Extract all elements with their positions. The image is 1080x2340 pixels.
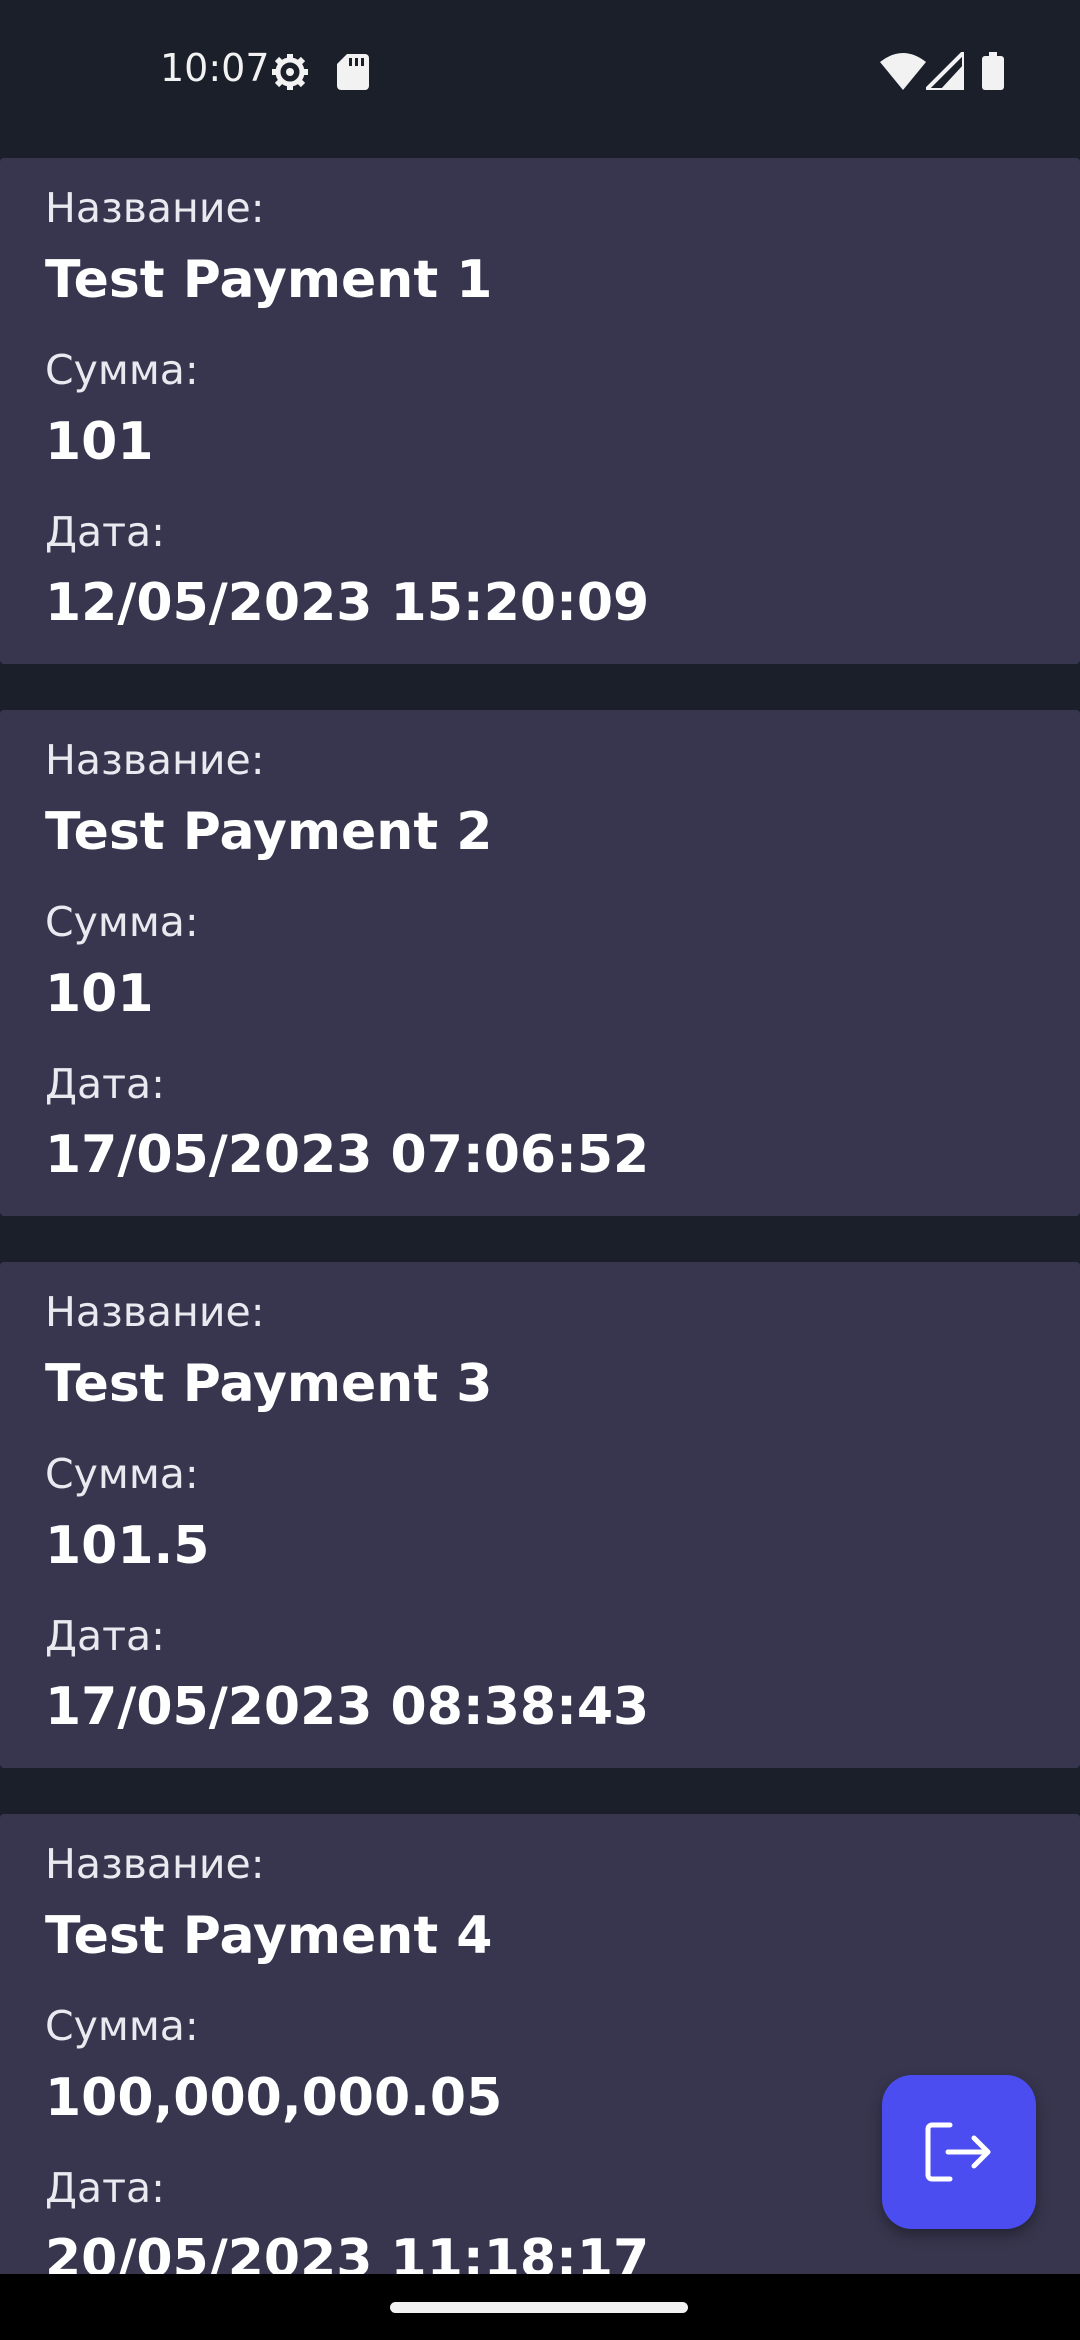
payment-date: 12/05/2023 15:20:09 — [45, 573, 650, 633]
payment-date: 17/05/2023 08:38:43 — [45, 1677, 650, 1737]
date-label: Дата: — [45, 1060, 165, 1108]
name-label: Название: — [45, 1288, 265, 1336]
logout-button[interactable] — [882, 2075, 1036, 2229]
amount-label: Сумма: — [45, 2002, 199, 2050]
name-label: Название: — [45, 184, 265, 232]
payment-date: 20/05/2023 11:18:17 — [45, 2229, 650, 2274]
amount-label: Сумма: — [45, 346, 199, 394]
payment-amount: 101.5 — [45, 1516, 210, 1576]
status-time: 10:07 — [160, 46, 270, 90]
payment-amount: 101 — [45, 964, 154, 1024]
sd-card-icon — [337, 54, 369, 90]
wifi-icon — [880, 53, 926, 90]
name-label: Название: — [45, 1840, 265, 1888]
payment-name: Test Payment 4 — [45, 1906, 493, 1966]
battery-icon — [982, 52, 1004, 90]
amount-label: Сумма: — [45, 1450, 199, 1498]
payment-name: Test Payment 2 — [45, 802, 493, 862]
name-label: Название: — [45, 736, 265, 784]
payment-card[interactable]: Название: Test Payment 3 Сумма: 101.5 Да… — [0, 1262, 1080, 1768]
payment-name: Test Payment 3 — [45, 1354, 493, 1414]
home-handle[interactable] — [390, 2302, 688, 2313]
signal-icon — [926, 52, 964, 90]
navigation-bar — [0, 2274, 1080, 2340]
date-label: Дата: — [45, 2164, 165, 2212]
settings-icon — [272, 54, 308, 90]
payment-card[interactable]: Название: Test Payment 2 Сумма: 101 Дата… — [0, 710, 1080, 1216]
payments-list[interactable]: Название: Test Payment 1 Сумма: 101 Дата… — [0, 158, 1080, 2274]
date-label: Дата: — [45, 1612, 165, 1660]
payment-date: 17/05/2023 07:06:52 — [45, 1125, 650, 1185]
payment-amount: 101 — [45, 412, 154, 472]
payment-card[interactable]: Название: Test Payment 1 Сумма: 101 Дата… — [0, 158, 1080, 664]
payment-amount: 100,000,000.05 — [45, 2068, 503, 2128]
status-bar: 10:07 — [0, 0, 1080, 140]
amount-label: Сумма: — [45, 898, 199, 946]
logout-icon — [925, 2122, 991, 2182]
date-label: Дата: — [45, 508, 165, 556]
payment-name: Test Payment 1 — [45, 250, 493, 310]
